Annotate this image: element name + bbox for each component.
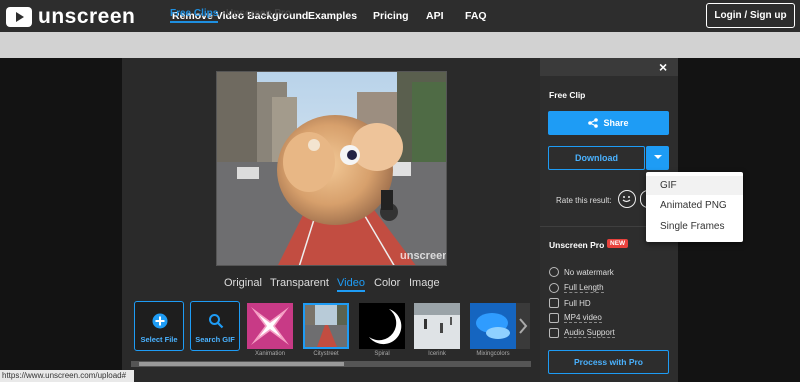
- search-gif-button[interactable]: Search GIF: [190, 301, 240, 351]
- tab-original[interactable]: Original: [224, 277, 262, 289]
- monitor-icon: [549, 298, 559, 308]
- download-option-animated-png[interactable]: Animated PNG: [646, 196, 743, 215]
- share-button[interactable]: Share: [548, 111, 669, 135]
- status-bar-url: https://www.unscreen.com/upload#: [0, 370, 134, 382]
- citystreet-thumbnail-image: [305, 305, 347, 347]
- scrollbar-thumb[interactable]: [139, 362, 344, 366]
- thumb-label-citystreet: Citystreet: [313, 351, 339, 357]
- download-option-single-frames[interactable]: Single Frames: [646, 217, 743, 236]
- pro-section-title: Unscreen Pro: [549, 240, 605, 250]
- login-signup-button[interactable]: Login / Sign up: [706, 3, 795, 28]
- feature-label: Full Length: [564, 283, 604, 293]
- background-thumb-mixingcolors[interactable]: [470, 303, 516, 349]
- feature-no-watermark: No watermark: [549, 266, 669, 278]
- nav-faq[interactable]: FAQ: [465, 10, 487, 22]
- play-logo-icon: [6, 7, 32, 27]
- scroll-right-button[interactable]: [516, 303, 530, 349]
- chevron-right-icon: [519, 318, 528, 334]
- tab-image[interactable]: Image: [409, 277, 440, 289]
- mixingcolors-thumbnail-image: [470, 303, 516, 349]
- feature-mp4-video: MP4 video: [549, 312, 669, 324]
- tab-video[interactable]: Video: [337, 277, 365, 292]
- close-icon[interactable]: ×: [659, 59, 667, 75]
- download-button[interactable]: Download: [548, 146, 645, 170]
- video-preview: unscreen: [216, 71, 447, 266]
- feature-label: Audio Support: [564, 328, 615, 338]
- video-frame-image: [217, 72, 446, 265]
- panel-title: Free Clip: [549, 90, 586, 100]
- search-icon: [209, 314, 224, 329]
- tab-color[interactable]: Color: [374, 277, 400, 289]
- nav-examples[interactable]: Examples: [308, 10, 357, 22]
- smile-face-icon: [622, 196, 631, 203]
- clock-icon: [549, 283, 559, 293]
- icerink-thumbnail-image: [414, 303, 460, 349]
- download-format-dropdown: GIF Animated PNG Single Frames: [646, 172, 743, 242]
- thumb-label-spiral: Spiral: [374, 351, 390, 357]
- tab-transparent[interactable]: Transparent: [270, 277, 329, 289]
- spiral-thumbnail-image: [359, 303, 405, 349]
- play-icon: [549, 313, 559, 323]
- brand-name: unscreen: [38, 5, 136, 28]
- share-label: Share: [603, 118, 629, 128]
- background-thumb-citystreet[interactable]: [303, 303, 349, 349]
- feature-full-hd: Full HD: [549, 297, 669, 309]
- watermark-icon: [549, 267, 559, 277]
- tab-free-clips[interactable]: Free Clips: [170, 8, 219, 23]
- speaker-icon: [549, 328, 559, 338]
- feature-label: Full HD: [564, 298, 591, 308]
- background-thumb-icerink[interactable]: [414, 303, 460, 349]
- feature-label: No watermark: [564, 267, 614, 277]
- plus-circle-icon: [152, 313, 168, 329]
- rate-label: Rate this result:: [556, 196, 612, 205]
- nav-api[interactable]: API: [426, 10, 444, 22]
- sub-navigation: [0, 32, 800, 58]
- process-with-pro-button[interactable]: Process with Pro: [548, 350, 669, 374]
- brand-logo[interactable]: unscreen: [6, 5, 135, 29]
- background-thumb-spiral[interactable]: [359, 303, 405, 349]
- feature-audio-support: Audio Support: [549, 327, 669, 339]
- thumb-label-mixingcolors: Mixingcolors: [476, 351, 510, 357]
- new-badge: NEW: [607, 239, 629, 248]
- feature-label: MP4 video: [564, 313, 602, 323]
- select-file-label: Select File: [140, 335, 178, 344]
- side-panel-header: [540, 58, 678, 76]
- watermark-text: unscreen: [400, 250, 447, 262]
- thumb-label-xanimation: Xanimation: [254, 351, 286, 357]
- download-options-toggle[interactable]: [646, 146, 669, 170]
- share-icon: [588, 118, 599, 128]
- tab-unscreen-pro[interactable]: Unscreen Pro: [226, 8, 291, 19]
- download-option-gif[interactable]: GIF: [646, 176, 743, 195]
- background-thumb-xanimation[interactable]: [247, 303, 293, 349]
- thumbnail-scrollbar[interactable]: [131, 361, 531, 367]
- xanimation-thumbnail-image: [247, 303, 293, 349]
- search-gif-label: Search GIF: [195, 335, 235, 344]
- select-file-button[interactable]: Select File: [134, 301, 184, 351]
- feature-full-length: Full Length: [549, 282, 669, 294]
- thumb-label-icerink: Icerink: [428, 351, 446, 357]
- nav-pricing[interactable]: Pricing: [373, 10, 409, 22]
- smile-rating-icon[interactable]: [618, 190, 636, 208]
